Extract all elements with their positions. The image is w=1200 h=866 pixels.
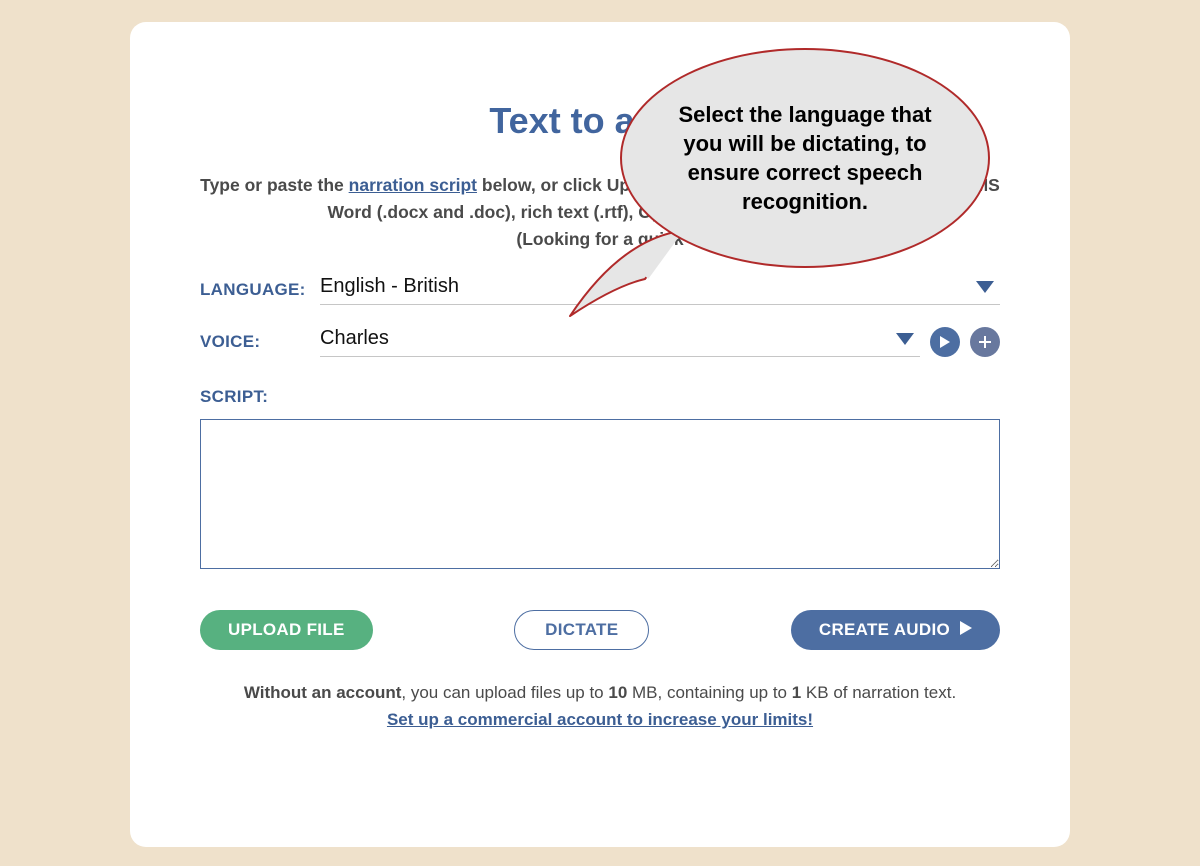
play-icon — [940, 336, 950, 348]
footer-bold2: 10 — [608, 683, 627, 702]
upload-file-button[interactable]: UPLOAD FILE — [200, 610, 373, 650]
dictate-button[interactable]: DICTATE — [514, 610, 649, 650]
create-audio-button[interactable]: CREATE AUDIO — [791, 610, 1000, 650]
footer-text: Without an account, you can upload files… — [200, 680, 1000, 733]
footer-part1: , you can upload files up to — [401, 683, 608, 702]
create-audio-label: CREATE AUDIO — [819, 620, 950, 640]
plus-icon — [979, 336, 991, 348]
footer-part2: MB, containing up to — [627, 683, 791, 702]
narration-script-link[interactable]: narration script — [349, 175, 477, 195]
language-label: LANGUAGE: — [200, 280, 320, 300]
voice-select[interactable]: Charles — [320, 327, 920, 357]
instructions-part1: Type or paste the — [200, 175, 348, 195]
play-voice-button[interactable] — [930, 327, 960, 357]
footer-bold3: 1 — [792, 683, 801, 702]
voice-label: VOICE: — [200, 332, 320, 352]
chevron-down-icon — [896, 333, 914, 345]
footer-part3: KB of narration text. — [801, 683, 956, 702]
action-button-row: UPLOAD FILE DICTATE CREATE AUDIO — [200, 610, 1000, 650]
tooltip-callout: Select the language that you will be dic… — [620, 48, 990, 303]
voice-value: Charles — [320, 327, 888, 350]
play-icon — [960, 620, 972, 640]
instructions-part2: below, or click — [477, 175, 607, 195]
footer-bold1: Without an account — [244, 683, 402, 702]
script-label: SCRIPT: — [200, 387, 1000, 407]
voice-row: VOICE: Charles — [200, 327, 1000, 357]
script-input[interactable] — [200, 419, 1000, 569]
add-voice-button[interactable] — [970, 327, 1000, 357]
tooltip-text: Select the language that you will be dic… — [620, 48, 990, 268]
setup-account-link[interactable]: Set up a commercial account to increase … — [387, 710, 813, 729]
